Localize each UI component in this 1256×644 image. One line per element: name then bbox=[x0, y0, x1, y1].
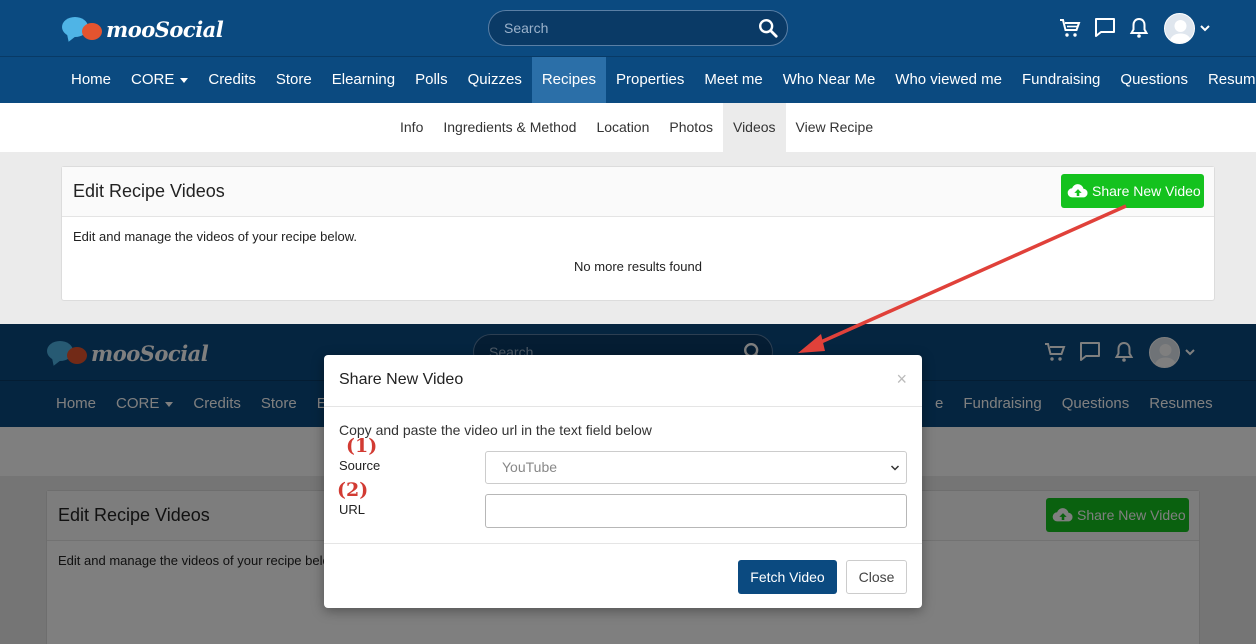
tab-videos[interactable]: Videos bbox=[722, 103, 786, 152]
nav-item-store[interactable]: Store bbox=[266, 57, 322, 103]
nav-item-meet-me[interactable]: Meet me bbox=[694, 57, 772, 103]
card-description: Edit and manage the videos of your recip… bbox=[73, 229, 358, 244]
main-navigation: Home CORE Credits Store Elearning Polls … bbox=[0, 56, 1256, 103]
nav-item-core-label: CORE bbox=[131, 71, 175, 88]
source-select[interactable]: YouTube bbox=[485, 451, 907, 484]
edit-videos-card: Edit Recipe Videos Share New Video Edit … bbox=[61, 166, 1215, 301]
source-label: Source bbox=[339, 458, 381, 473]
source-select-value: YouTube bbox=[502, 459, 558, 475]
avatar[interactable] bbox=[1164, 13, 1195, 44]
user-avatar-icon bbox=[1169, 20, 1192, 43]
tab-location[interactable]: Location bbox=[586, 103, 659, 152]
cloud-upload-icon bbox=[1067, 184, 1088, 198]
tab-ingredients-method[interactable]: Ingredients & Method bbox=[433, 103, 586, 152]
nav-item-home[interactable]: Home bbox=[61, 57, 121, 103]
tab-view-recipe[interactable]: View Recipe bbox=[786, 103, 884, 152]
bell-icon[interactable] bbox=[1127, 16, 1151, 40]
modal-instruction: Copy and paste the video url in the text… bbox=[339, 422, 652, 438]
nav-item-polls[interactable]: Polls bbox=[405, 57, 458, 103]
site-header: mooSocial bbox=[0, 0, 1256, 56]
nav-item-who-viewed-me[interactable]: Who viewed me bbox=[885, 57, 1012, 103]
card-title: Edit Recipe Videos bbox=[73, 181, 225, 201]
logo-text: mooSocial bbox=[106, 16, 224, 42]
modal-title: Share New Video bbox=[339, 371, 464, 388]
message-icon[interactable] bbox=[1093, 16, 1117, 40]
url-label: URL bbox=[339, 502, 366, 517]
logo-icon bbox=[60, 14, 106, 44]
fetch-video-button[interactable]: Fetch Video bbox=[738, 560, 837, 594]
nav-item-who-near-me[interactable]: Who Near Me bbox=[773, 57, 886, 103]
annotation-marker-2: (2) bbox=[337, 479, 369, 501]
nav-item-fundraising[interactable]: Fundraising bbox=[1012, 57, 1110, 103]
share-new-video-button[interactable]: Share New Video bbox=[1061, 174, 1204, 208]
url-input[interactable] bbox=[485, 494, 907, 528]
tab-photos[interactable]: Photos bbox=[659, 103, 723, 152]
card-header: Edit Recipe Videos Share New Video bbox=[62, 167, 1214, 217]
top-screenshot: mooSocial Search Home CORE Credits Store… bbox=[0, 0, 1256, 324]
close-button[interactable]: Close bbox=[846, 560, 907, 594]
nav-item-recipes[interactable]: Recipes bbox=[531, 57, 607, 103]
share-video-modal: Share New Video × Copy and paste the vid… bbox=[324, 355, 922, 608]
nav-item-quizzes[interactable]: Quizzes bbox=[458, 57, 532, 103]
search-bar bbox=[488, 10, 788, 46]
nav-item-core[interactable]: CORE bbox=[121, 57, 198, 103]
nav-item-elearning[interactable]: Elearning bbox=[322, 57, 405, 103]
site-logo[interactable]: mooSocial bbox=[60, 14, 224, 44]
search-input[interactable] bbox=[504, 11, 744, 45]
tab-info[interactable]: Info bbox=[390, 103, 433, 152]
chevron-down-icon[interactable] bbox=[1199, 22, 1211, 34]
search-icon[interactable] bbox=[757, 17, 779, 39]
chevron-down-icon bbox=[890, 465, 900, 471]
modal-header: Share New Video × bbox=[324, 355, 922, 407]
nav-item-credits[interactable]: Credits bbox=[198, 57, 266, 103]
empty-results-text: No more results found bbox=[574, 259, 702, 274]
caret-down-icon bbox=[180, 77, 189, 83]
cart-icon[interactable] bbox=[1058, 16, 1082, 40]
recipe-subnav: Info Ingredients & Method Location Photo… bbox=[0, 103, 1256, 152]
close-icon[interactable]: × bbox=[896, 369, 907, 390]
share-button-label: Share New Video bbox=[1092, 183, 1201, 199]
nav-item-questions[interactable]: Questions bbox=[1110, 57, 1198, 103]
modal-footer: Fetch Video Close bbox=[324, 543, 922, 608]
annotation-marker-1: (1) bbox=[346, 435, 378, 457]
nav-item-resumes[interactable]: Resumes bbox=[1198, 57, 1256, 103]
nav-item-properties[interactable]: Properties bbox=[606, 57, 694, 103]
